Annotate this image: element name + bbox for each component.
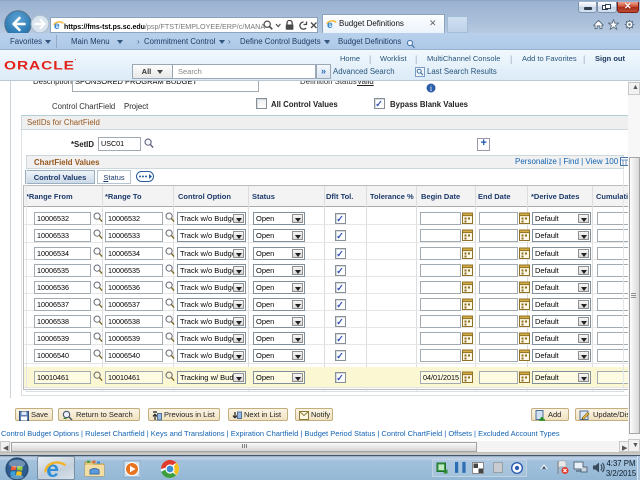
svg-text:e: e (46, 457, 59, 480)
